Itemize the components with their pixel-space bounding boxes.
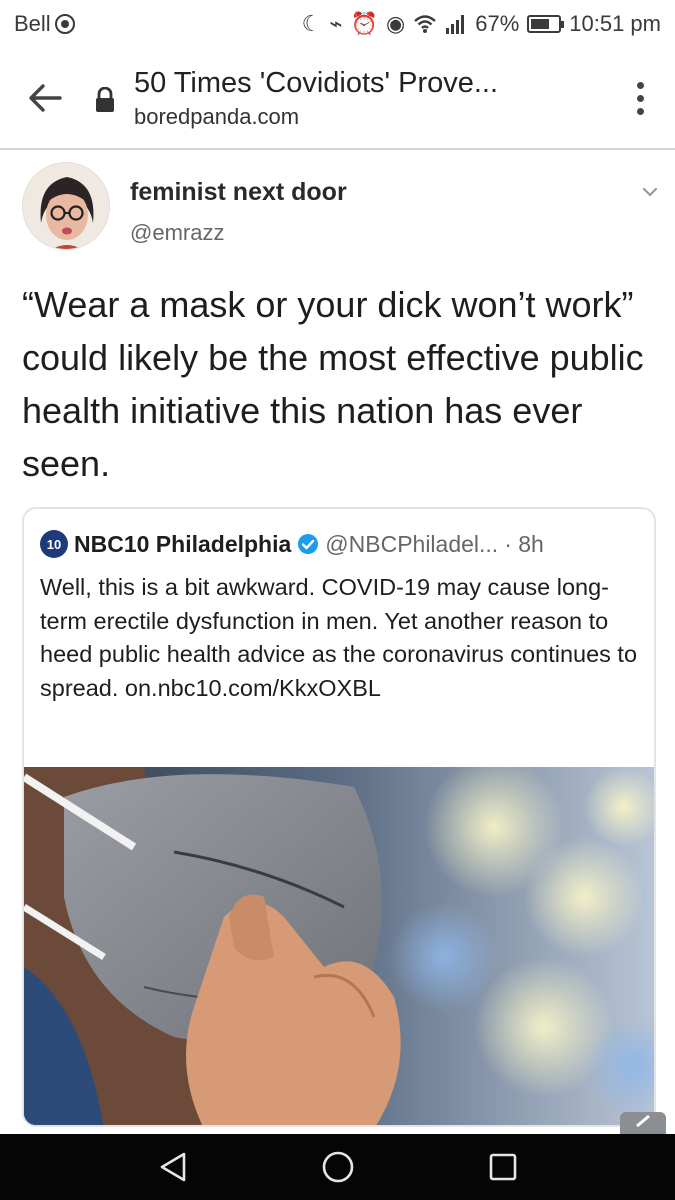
- record-icon: [54, 14, 75, 34]
- verified-badge-icon: [298, 534, 319, 554]
- tweet-text: “Wear a mask or your dick won’t work” co…: [22, 284, 644, 484]
- quoted-tweet-text: Well, this is a bit awkward. COVID-19 ma…: [40, 574, 638, 701]
- author-handle[interactable]: @emrazz: [130, 220, 224, 246]
- quoted-tweet-header: 10 NBC10 Philadelphia @NBCPhiladel... · …: [40, 527, 640, 561]
- browser-toolbar: 50 Times 'Covidiots' Prove... boredpanda…: [0, 48, 675, 150]
- quoted-author-handle[interactable]: @NBCPhiladel...: [325, 531, 498, 558]
- circle-home-icon: [322, 1151, 353, 1183]
- wifi-icon: [414, 15, 437, 33]
- clock: 10:51 pm: [569, 11, 661, 36]
- signal-icon: [446, 15, 465, 34]
- battery-percent: 67%: [475, 11, 520, 36]
- battery-icon: [527, 15, 565, 33]
- more-vert-icon: [636, 81, 644, 89]
- author-name[interactable]: feminist next door: [130, 178, 347, 207]
- share-button[interactable]: [620, 1112, 666, 1134]
- page-title: 50 Times 'Covidiots' Prove...: [134, 66, 499, 99]
- nbc-logo-icon: 10: [40, 530, 68, 558]
- alarm-icon: ⏰: [350, 11, 379, 36]
- overflow-menu-button[interactable]: [605, 48, 675, 148]
- android-nav-bar: [0, 1134, 675, 1200]
- nav-back-button[interactable]: [143, 1137, 203, 1197]
- carrier: Bell: [14, 11, 75, 37]
- quoted-tweet-time: · 8h: [504, 530, 544, 557]
- tweet-header: feminist next door @emrazz: [22, 162, 662, 252]
- status-bar: Bell ☾ ⌁ ⏰ ◉ 67% 10:51 pm: [0, 0, 675, 48]
- lock-icon[interactable]: [90, 87, 120, 113]
- carrier-label: Bell: [14, 11, 51, 36]
- page-domain: boredpanda.com: [134, 103, 300, 129]
- moon-icon: ☾: [301, 11, 322, 36]
- square-recents-icon: [489, 1153, 516, 1181]
- nav-recents-button[interactable]: [473, 1137, 533, 1197]
- quoted-tweet-image[interactable]: [24, 767, 654, 1125]
- share-icon: [636, 1114, 650, 1128]
- eye-comfort-icon: ◉: [386, 11, 406, 36]
- avatar[interactable]: [22, 162, 110, 250]
- chevron-down-icon[interactable]: [638, 180, 662, 204]
- url-bar[interactable]: 50 Times 'Covidiots' Prove... boredpanda…: [120, 67, 605, 130]
- nav-home-button[interactable]: [308, 1137, 368, 1197]
- vibrate-off-icon: ⌁: [329, 11, 343, 36]
- back-button[interactable]: [0, 48, 90, 148]
- arrow-left-icon: [29, 84, 62, 112]
- quoted-tweet-card[interactable]: 10 NBC10 Philadelphia @NBCPhiladel... · …: [22, 507, 656, 1127]
- quoted-author-name[interactable]: NBC10 Philadelphia: [74, 531, 291, 558]
- triangle-back-icon: [160, 1152, 185, 1182]
